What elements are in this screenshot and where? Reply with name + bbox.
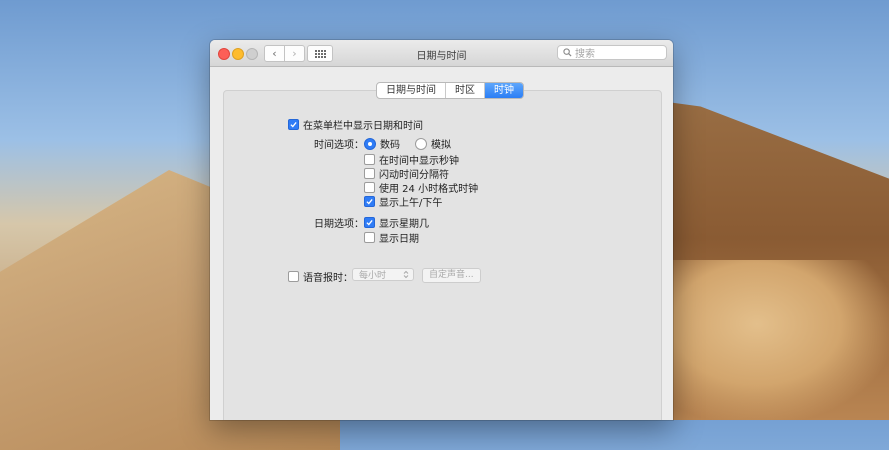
announce-interval-value: 每小时 — [359, 271, 387, 281]
flash-separators-label: 闪动时间分隔符 — [379, 170, 449, 181]
show-am-pm-option[interactable]: 显示上午/下午 — [364, 194, 442, 209]
use-24-hour-label: 使用 24 小时格式时钟 — [379, 184, 479, 195]
announce-time-option[interactable]: 语音报时： — [288, 269, 353, 284]
tab-bar: 日期与时间 时区 时钟 — [376, 82, 524, 99]
customize-voice-button[interactable]: 自定声音... — [422, 268, 481, 283]
search-field[interactable]: 搜索 — [557, 45, 667, 60]
date-options-label: 日期选项： — [314, 219, 364, 230]
show-date-label: 显示日期 — [379, 234, 419, 245]
checkmark-icon — [366, 219, 373, 226]
show-seconds-checkbox[interactable] — [364, 154, 375, 165]
flash-separators-checkbox[interactable] — [364, 168, 375, 179]
show-am-pm-checkbox[interactable] — [364, 196, 375, 207]
show-seconds-label: 在时间中显示秒钟 — [379, 156, 459, 167]
clock-panel: 在菜单栏中显示日期和时间 时间选项： 数码 模拟 在时间中显示秒钟 闪动时间分隔… — [223, 90, 662, 420]
wallpaper-dune-highlight — [669, 260, 889, 420]
tab-clock[interactable]: 时钟 — [485, 83, 523, 98]
digital-radio-label: 数码 — [380, 140, 400, 151]
show-weekday-label: 显示星期几 — [379, 219, 429, 230]
preferences-window: ‹ › 日期与时间 搜索 日期与时间 时区 时钟 在菜单栏中显示日期和时间 时间… — [210, 40, 673, 420]
time-options-label: 时间选项： — [314, 140, 364, 151]
show-date-option[interactable]: 显示日期 — [364, 230, 419, 245]
checkmark-icon — [290, 121, 297, 128]
analog-radio[interactable] — [415, 137, 427, 150]
tab-date-time[interactable]: 日期与时间 — [377, 83, 446, 98]
show-am-pm-label: 显示上午/下午 — [379, 198, 443, 209]
analog-radio-label: 模拟 — [431, 140, 451, 151]
announce-interval-popup[interactable]: 每小时 — [352, 268, 414, 281]
show-date-checkbox[interactable] — [364, 232, 375, 243]
announce-time-label: 语音报时： — [303, 273, 353, 284]
use-24-hour-checkbox[interactable] — [364, 182, 375, 193]
updown-chevron-icon — [403, 270, 409, 279]
checkmark-icon — [366, 198, 373, 205]
customize-voice-control: 自定声音... — [422, 268, 481, 283]
search-placeholder: 搜索 — [575, 49, 595, 60]
tab-time-zone[interactable]: 时区 — [446, 83, 485, 98]
announce-time-checkbox[interactable] — [288, 271, 299, 282]
announce-interval-control: 每小时 — [352, 268, 414, 281]
digital-radio-option[interactable]: 数码 — [364, 136, 400, 151]
show-weekday-checkbox[interactable] — [364, 217, 375, 228]
title-bar[interactable]: ‹ › 日期与时间 搜索 — [210, 40, 673, 67]
analog-radio-option[interactable]: 模拟 — [415, 136, 451, 151]
show-seconds-option[interactable]: 在时间中显示秒钟 — [364, 152, 459, 167]
show-weekday-option[interactable]: 显示星期几 — [364, 215, 429, 230]
show-in-menubar-checkbox[interactable] — [288, 119, 299, 130]
search-icon — [563, 48, 572, 57]
use-24-hour-option[interactable]: 使用 24 小时格式时钟 — [364, 180, 478, 195]
flash-separators-option[interactable]: 闪动时间分隔符 — [364, 166, 449, 181]
digital-radio[interactable] — [364, 137, 376, 150]
show-in-menubar-option[interactable]: 在菜单栏中显示日期和时间 — [288, 117, 423, 132]
show-in-menubar-label: 在菜单栏中显示日期和时间 — [303, 121, 423, 132]
